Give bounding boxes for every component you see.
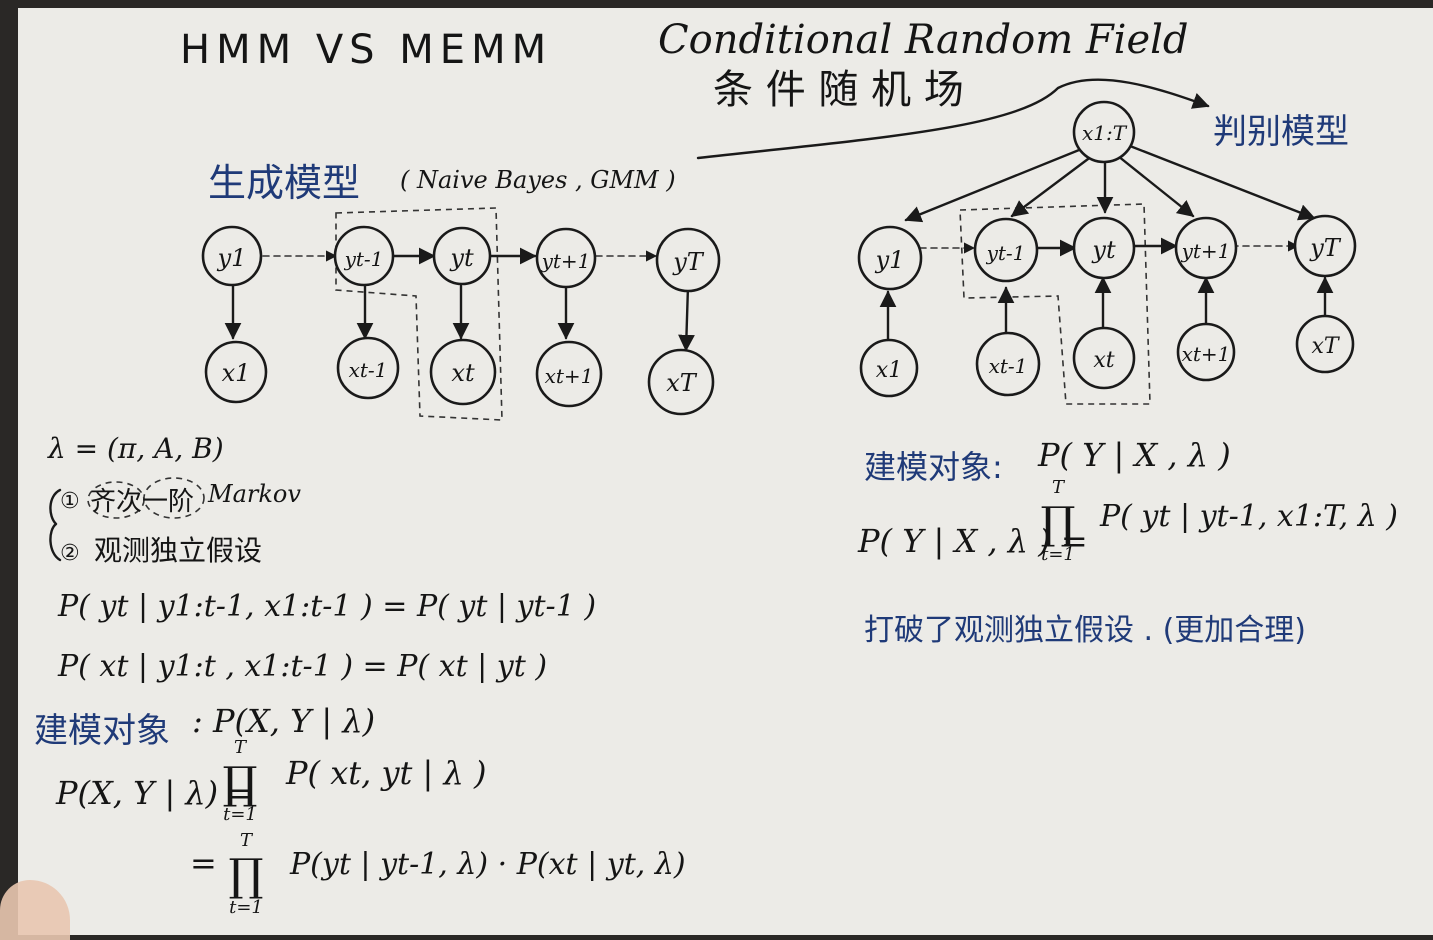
hmm-node-yt+1: yt+1 <box>535 227 597 289</box>
svg-text:yt-1: yt-1 <box>344 247 384 271</box>
hmm-model-target: : P(X, Y | λ) <box>192 702 375 740</box>
hmm-node-x1: x1 <box>204 340 268 404</box>
discriminative-label: 判别模型 <box>1213 112 1349 152</box>
svg-text:x1:T: x1:T <box>1082 121 1128 145</box>
svg-text:xt-1: xt-1 <box>989 354 1028 378</box>
svg-text:yt+1: yt+1 <box>541 249 591 273</box>
svg-text:yt-1: yt-1 <box>986 241 1026 265</box>
hmm-eq-2: P( xt | y1:t , x1:t-1 ) = P( xt | yt ) <box>57 649 547 684</box>
assumption-1-en: Markov <box>207 480 301 508</box>
memm-cond-rhs: P( yt | yt-1, x1:T, λ ) <box>1099 499 1398 534</box>
memm-node-x1: x1 <box>859 338 919 398</box>
hmm-eq-1: P( yt | y1:t-1, x1:t-1 ) = P( yt | yt-1 … <box>57 589 596 624</box>
svg-text:y1: y1 <box>875 246 905 274</box>
memm-cond-bottom: t=1 <box>1041 544 1075 565</box>
hmm-node-xT: xT <box>647 348 715 416</box>
assumption-1-cn: 齐次一阶 <box>90 487 194 517</box>
hmm-joint2-bottom: t=1 <box>229 897 263 918</box>
memm-node-yt-1: yt-1 <box>973 217 1039 283</box>
hmm-node-xt: xt <box>429 338 497 406</box>
svg-text:yt+1: yt+1 <box>1181 239 1231 263</box>
memm-node-yt+1: yt+1 <box>1174 216 1238 280</box>
memm-cond-top: T <box>1052 477 1066 498</box>
assumption-1-prefix: ① <box>60 489 80 514</box>
title-left: HMM VS MEMM <box>180 27 552 73</box>
title-right-cn: 条 件 随 机 场 <box>713 67 964 113</box>
svg-text:xt+1: xt+1 <box>545 364 594 388</box>
svg-text:yt: yt <box>1091 236 1116 264</box>
hmm-node-xt-1: xt-1 <box>336 336 400 400</box>
memm-node-x1T: x1:T <box>1072 100 1136 164</box>
hmm-node-y1: y1 <box>201 225 263 287</box>
hmm-joint2-lhs: = <box>190 844 217 882</box>
svg-text:y1: y1 <box>217 244 247 272</box>
hmm-joint2-rhs: P(yt | yt-1, λ) · P(xt | yt, λ) <box>289 847 686 882</box>
title-right-en: Conditional Random Field <box>658 17 1189 63</box>
hmm-model-target-label: 建模对象 <box>34 711 170 751</box>
memm-node-xt: xt <box>1072 326 1136 390</box>
svg-text:xt: xt <box>1093 348 1114 373</box>
svg-text:x1: x1 <box>876 358 902 383</box>
generative-examples: ( Naive Bayes , GMM ) <box>400 166 676 194</box>
svg-text:xt+1: xt+1 <box>1182 342 1231 366</box>
whiteboard: HMM VS MEMM Conditional Random Field 条 件… <box>18 8 1433 935</box>
memm-node-y1: y1 <box>857 225 923 291</box>
hmm-node-yt-1: yt-1 <box>333 225 395 287</box>
svg-text:xt: xt <box>451 359 475 387</box>
hmm-node-xt+1: xt+1 <box>535 340 603 408</box>
memm-cond-prod: ∏ <box>1040 498 1075 549</box>
generative-label: 生成模型 <box>208 161 360 205</box>
memm-note: 打破了观测独立假设 . (更加合理) <box>864 613 1306 648</box>
memm-node-xT: xT <box>1295 314 1355 374</box>
svg-text:yT: yT <box>1309 234 1342 262</box>
memm-model-target: P( Y | X , λ ) <box>1037 436 1231 474</box>
svg-text:xT: xT <box>666 369 698 397</box>
hmm-node-yT: yT <box>655 227 721 293</box>
whiteboard-drawing: HMM VS MEMM Conditional Random Field 条 件… <box>34 17 1398 918</box>
svg-text:xt-1: xt-1 <box>349 358 388 382</box>
assumption-brace <box>49 488 62 562</box>
memm-model-target-label: 建模对象: <box>864 448 1003 486</box>
svg-text:yT: yT <box>672 248 705 276</box>
memm-node-yt: yt <box>1072 216 1136 280</box>
hmm-joint-rhs: P( xt, yt | λ ) <box>285 754 486 792</box>
hmm-joint2-top: T <box>240 830 254 851</box>
hmm-joint2-prod: ∏ <box>228 850 263 901</box>
memm-node-xt+1: xt+1 <box>1176 322 1236 382</box>
assumption-2: 观测独立假设 <box>94 534 262 567</box>
hmm-node-yt: yt <box>432 226 492 286</box>
hmm-joint-top: T <box>234 737 248 758</box>
memm-node-xt-1: xt-1 <box>975 331 1041 397</box>
hmm-joint-prod: ∏ <box>222 758 257 809</box>
svg-text:x1: x1 <box>222 359 251 387</box>
svg-text:xT: xT <box>1311 334 1340 359</box>
assumption-2-prefix: ② <box>60 541 80 566</box>
hmm-params: λ = (π, A, B) <box>47 432 224 465</box>
memm-node-yT: yT <box>1293 214 1357 278</box>
hmm-joint-bottom: t=1 <box>223 804 257 825</box>
svg-text:yt: yt <box>449 244 474 272</box>
